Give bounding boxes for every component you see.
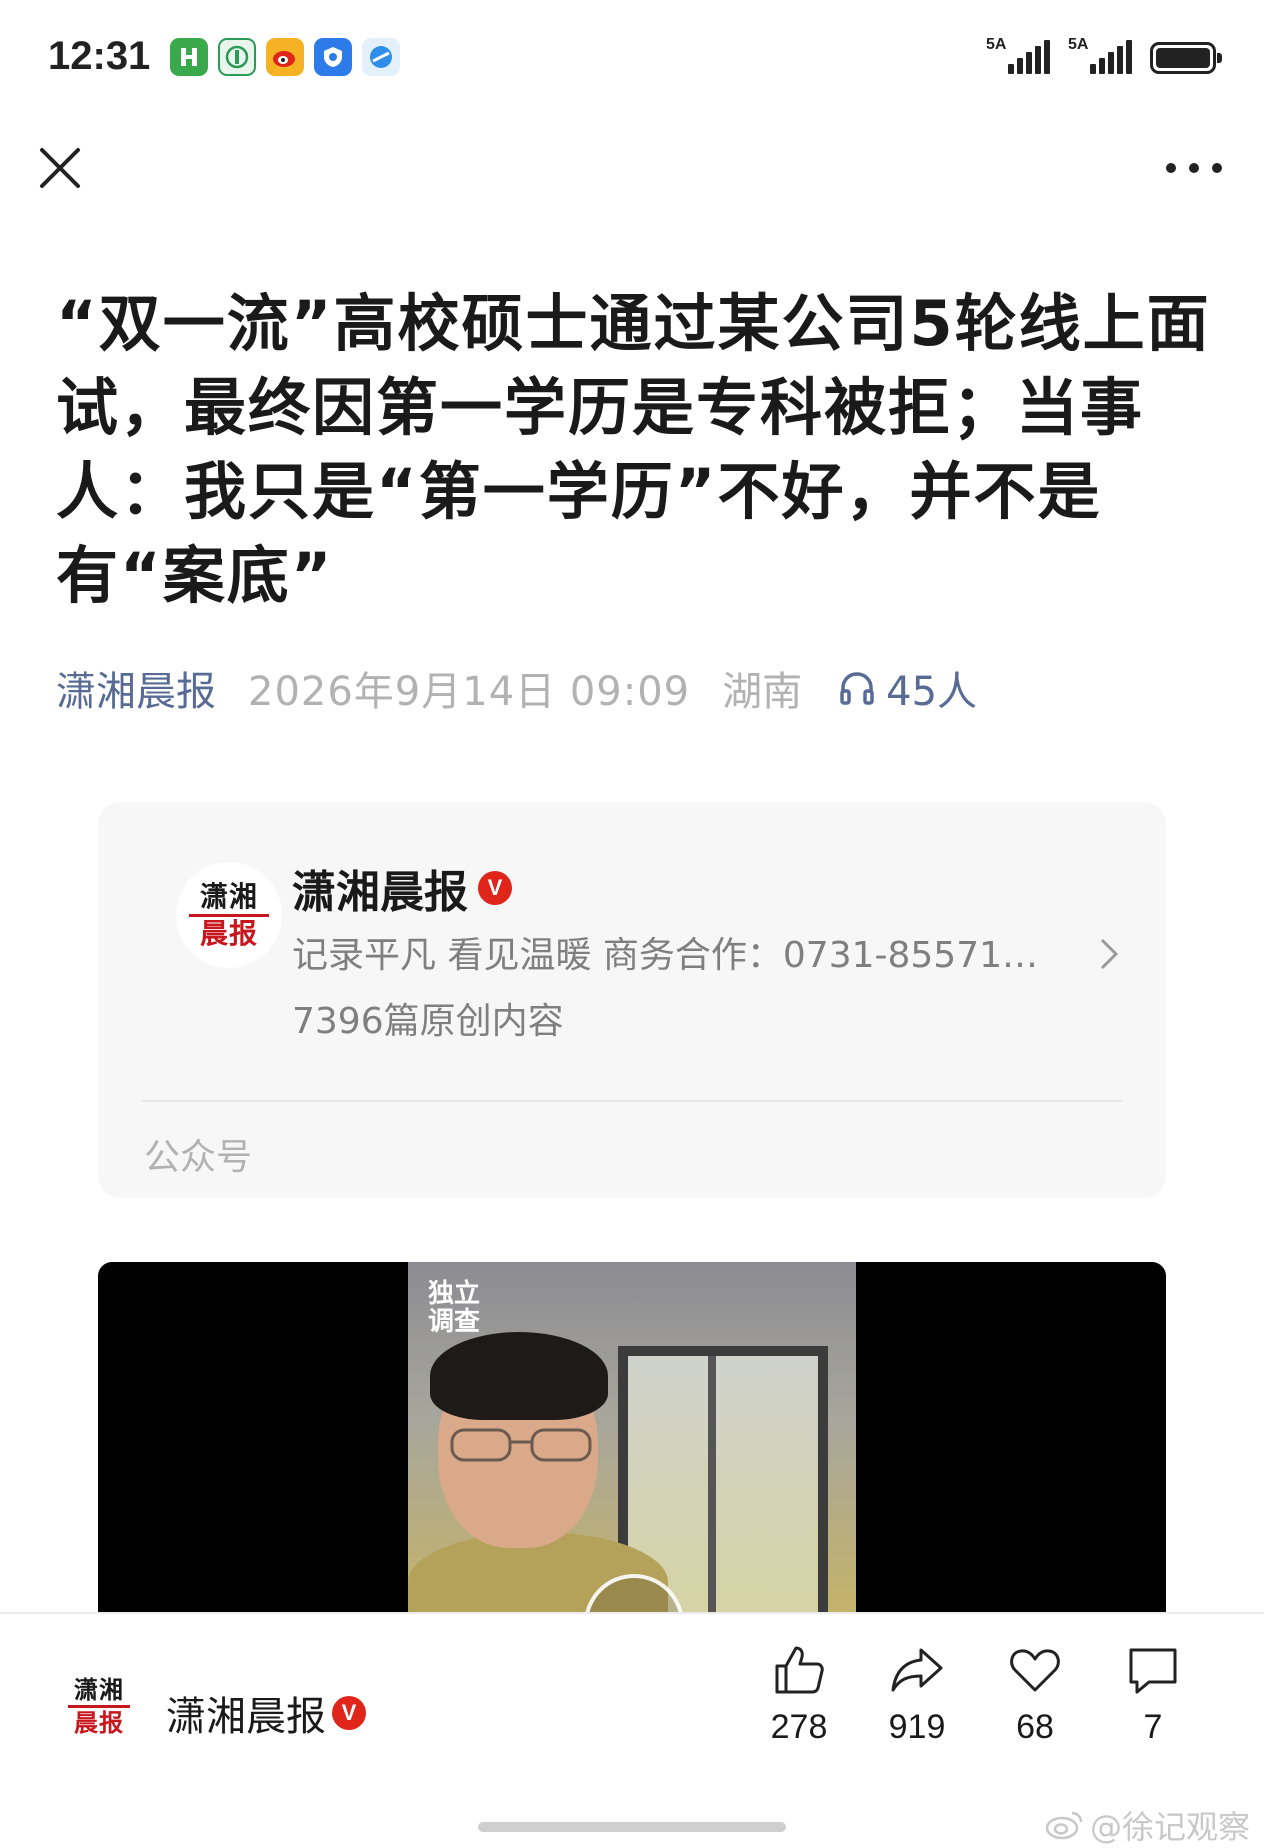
logo-text-top: 潇湘 [199,879,258,913]
listen-count: 45人 [886,669,978,715]
thumbs-up-icon [775,1646,824,1694]
account-article-count: 7396篇原创内容 [292,1001,564,1042]
more-dot-icon [1166,163,1176,173]
weibo-icon [1045,1811,1083,1840]
bottom-account-name-row[interactable]: 潇湘晨报 V [166,1684,366,1742]
account-description: 记录平凡 看见温暖 商务合作：0731-85571188 [292,935,1052,976]
more-options-button[interactable] [1166,150,1222,186]
verified-badge-icon: V [332,1696,366,1730]
account-logo: 潇湘 晨报 [176,862,282,968]
comment-icon [1129,1648,1177,1694]
article-meta: 潇湘晨报 2026年9月14日 09:09 湖南 45人 [56,660,977,716]
heart-icon [1010,1649,1060,1692]
status-bar: 12:31 5A 5A [0,0,1264,118]
share-icon [891,1648,943,1692]
account-card: 潇湘 晨报 潇湘晨报 V 记录平凡 看见温暖 商务合作：0731-8557118… [98,802,1166,1198]
listen-button[interactable]: 45人 [838,659,977,717]
account-card-link[interactable]: 潇湘 晨报 潇湘晨报 V 记录平凡 看见温暖 商务合作：0731-8557118… [98,802,1166,1102]
share-count: 919 [888,1708,946,1746]
network-label: 5A [986,36,1007,53]
weibo-icon [266,38,304,76]
more-dot-icon [1189,163,1199,173]
browser-icon [362,38,400,76]
video-frame: 独立 调查 [408,1262,856,1612]
article-title: “双一流”高校硕士通过某公司5轮线上面试，最终因第一学历是专科被拒；当事人：我只… [56,287,1211,612]
account-name: 潇湘晨报 [292,867,468,918]
favorite-count: 68 [1016,1708,1054,1746]
logo-text-bottom: 晨报 [199,916,258,950]
network-label: 5A [1068,36,1089,53]
system-indicators: 5A 5A [986,36,1222,74]
close-icon [40,148,80,188]
bottom-account-name: 潇湘晨报 [166,1694,326,1740]
app-green-icon [170,38,208,76]
logo-text-top: 潇湘 [74,1674,124,1704]
account-type-label: 公众号 [144,1137,253,1178]
logo-text-bottom: 晨报 [74,1707,124,1737]
signal-strength-icon: 5A [1068,36,1132,74]
weibo-credit: @徐记观察 [1044,1802,1250,1848]
share-button[interactable]: 919 [858,1642,976,1747]
verified-badge-icon: V [478,871,512,905]
more-dot-icon [1212,163,1222,173]
chevron-right-icon [1100,938,1119,970]
notification-icons [170,38,400,76]
like-count: 278 [770,1708,828,1746]
home-indicator[interactable] [478,1822,786,1832]
app-shield-icon [314,38,352,76]
action-buttons: 278 919 68 7 [740,1642,1212,1747]
app-bank-icon [218,38,256,76]
headphones-icon [840,672,874,705]
account-name-row: 潇湘晨报 V [292,856,512,920]
publish-date: 2026年9月14日 09:09 [248,669,691,715]
bottom-account-logo[interactable]: 潇湘 晨报 [64,1672,134,1740]
divider [142,1100,1122,1102]
bottom-action-bar: 潇湘 晨报 潇湘晨报 V 278 919 68 7 @徐记观察 [0,1612,1264,1848]
clock: 12:31 [48,34,151,78]
credit-handle: @徐记观察 [1089,1808,1250,1846]
like-button[interactable]: 278 [740,1642,858,1747]
favorite-button[interactable]: 68 [976,1642,1094,1747]
comment-count: 7 [1143,1708,1163,1746]
publish-region: 湖南 [722,669,803,715]
video-player[interactable]: 独立 调查 [98,1262,1166,1612]
battery-icon [1150,42,1222,74]
article-source-link[interactable]: 潇湘晨报 [56,659,216,717]
video-watermark: 独立 调查 [428,1279,481,1337]
close-button[interactable] [36,144,84,192]
comment-button[interactable]: 7 [1094,1642,1212,1747]
signal-strength-icon: 5A [986,36,1050,74]
